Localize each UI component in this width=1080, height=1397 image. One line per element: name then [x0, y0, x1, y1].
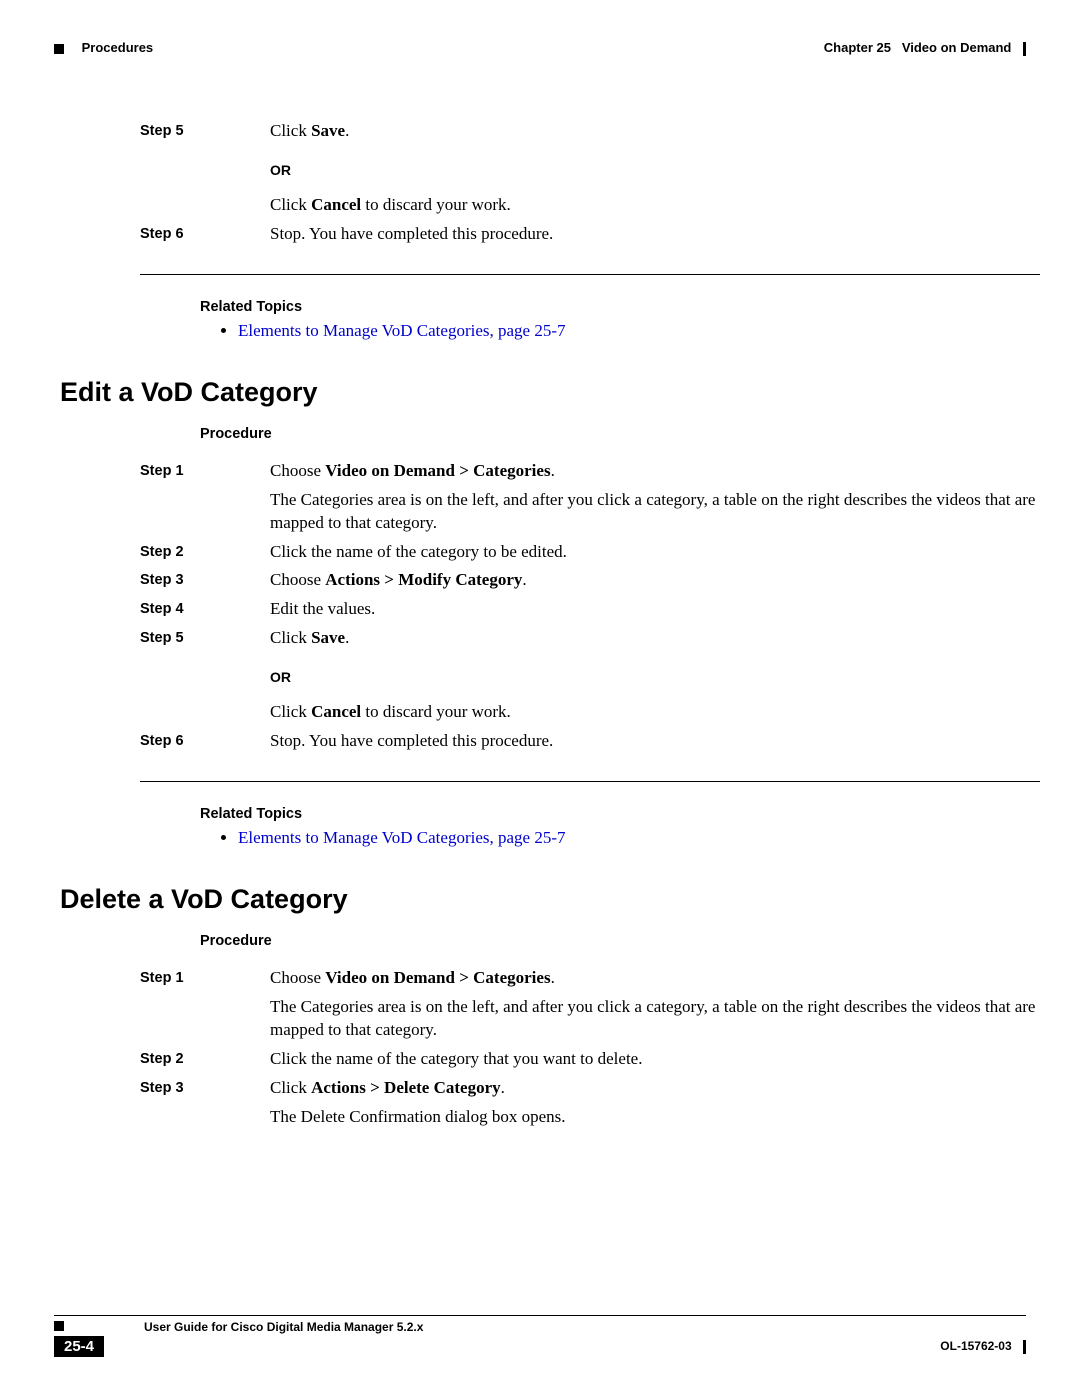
step-row: Step 1 Choose Video on Demand > Categori…	[60, 967, 1040, 1042]
step-bold: Save	[311, 628, 345, 647]
page-footer: User Guide for Cisco Digital Media Manag…	[54, 1315, 1026, 1357]
step-row: Step 5 Click Save. OR Click Cancel to di…	[60, 120, 1040, 217]
step-label: Step 3	[60, 1077, 270, 1129]
related-topics-heading: Related Topics	[200, 806, 1040, 822]
procedure-heading: Procedure	[200, 933, 1040, 949]
step-row: Step 2 Click the name of the category th…	[60, 1048, 1040, 1071]
step-bold: Actions > Delete Category	[311, 1078, 501, 1097]
step-text: .	[551, 461, 555, 480]
step-bold: Video on Demand > Categories	[325, 461, 550, 480]
step-row: Step 3 Choose Actions > Modify Category.	[60, 569, 1040, 592]
related-topic-link[interactable]: Elements to Manage VoD Categories, page …	[238, 828, 566, 847]
step-row: Step 5 Click Save. OR Click Cancel to di…	[60, 627, 1040, 724]
step-row: Step 2 Click the name of the category to…	[60, 541, 1040, 564]
step-text: Click	[270, 121, 311, 140]
step-label: Step 5	[60, 627, 270, 724]
step-text: .	[345, 628, 349, 647]
step-text: to discard your work.	[361, 702, 511, 721]
related-topics-heading: Related Topics	[200, 299, 1040, 315]
step-label: Step 5	[60, 120, 270, 217]
step-bold: Save	[311, 121, 345, 140]
step-label: Step 4	[60, 598, 270, 621]
step-desc: The Categories area is on the left, and …	[270, 996, 1040, 1042]
header-chapter-title: Video on Demand	[902, 40, 1012, 55]
step-text: .	[345, 121, 349, 140]
step-label: Step 2	[60, 541, 270, 564]
step-text: .	[501, 1078, 505, 1097]
step-text: Choose	[270, 968, 325, 987]
procedure-heading: Procedure	[200, 426, 1040, 442]
footer-bar-icon	[1023, 1340, 1026, 1354]
step-text: .	[522, 570, 526, 589]
step-row: Step 6 Stop. You have completed this pro…	[60, 730, 1040, 753]
step-text: Click the name of the category to be edi…	[270, 541, 1040, 564]
related-topics-list: Elements to Manage VoD Categories, page …	[220, 828, 1040, 848]
step-text: .	[551, 968, 555, 987]
footer-mark-icon	[54, 1321, 64, 1331]
step-label: Step 6	[60, 223, 270, 246]
step-label: Step 6	[60, 730, 270, 753]
step-text: Choose	[270, 461, 325, 480]
related-topic-link[interactable]: Elements to Manage VoD Categories, page …	[238, 321, 566, 340]
footer-guide-title: User Guide for Cisco Digital Media Manag…	[144, 1320, 423, 1334]
step-text: Choose	[270, 570, 325, 589]
step-text: Stop. You have completed this procedure.	[270, 223, 1040, 246]
divider	[140, 781, 1040, 782]
step-text: Click	[270, 195, 311, 214]
section-heading-edit: Edit a VoD Category	[60, 377, 1040, 408]
header-chapter: Chapter 25	[824, 40, 891, 55]
step-text: Edit the values.	[270, 598, 1040, 621]
step-row: Step 6 Stop. You have completed this pro…	[60, 223, 1040, 246]
step-text: Click	[270, 702, 311, 721]
divider	[140, 274, 1040, 275]
step-desc: The Categories area is on the left, and …	[270, 489, 1040, 535]
section-heading-delete: Delete a VoD Category	[60, 884, 1040, 915]
step-desc: The Delete Confirmation dialog box opens…	[270, 1106, 1040, 1129]
footer-doc-id: OL-15762-03	[940, 1339, 1011, 1353]
step-label: Step 2	[60, 1048, 270, 1071]
step-text: Click the name of the category that you …	[270, 1048, 1040, 1071]
step-bold: Cancel	[311, 702, 361, 721]
header-mark-icon	[54, 44, 64, 54]
step-label: Step 1	[60, 967, 270, 1042]
step-bold: Video on Demand > Categories	[325, 968, 550, 987]
or-divider: OR	[270, 668, 1040, 687]
step-label: Step 3	[60, 569, 270, 592]
footer-page-number: 25-4	[54, 1336, 104, 1357]
step-row: Step 1 Choose Video on Demand > Categori…	[60, 460, 1040, 535]
header-section: Procedures	[82, 40, 154, 55]
step-text: Click	[270, 1078, 311, 1097]
or-divider: OR	[270, 161, 1040, 180]
step-row: Step 3 Click Actions > Delete Category. …	[60, 1077, 1040, 1129]
step-text: Stop. You have completed this procedure.	[270, 730, 1040, 753]
header-bar-icon	[1023, 42, 1026, 56]
step-text: Click	[270, 628, 311, 647]
step-text: to discard your work.	[361, 195, 511, 214]
step-bold: Actions > Modify Category	[325, 570, 522, 589]
step-label: Step 1	[60, 460, 270, 535]
step-row: Step 4 Edit the values.	[60, 598, 1040, 621]
step-bold: Cancel	[311, 195, 361, 214]
related-topics-list: Elements to Manage VoD Categories, page …	[220, 321, 1040, 341]
